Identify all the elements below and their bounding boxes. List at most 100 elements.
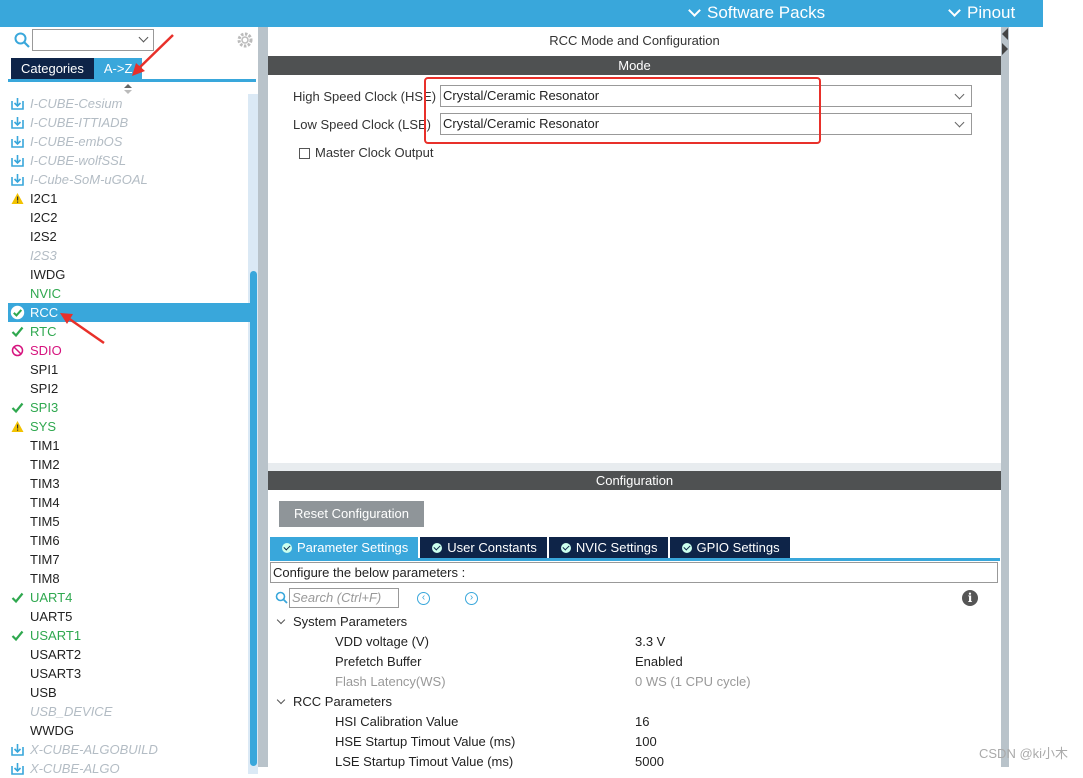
sidebar-item-tim4[interactable]: TIM4 <box>8 493 250 512</box>
sidebar-item-usart1[interactable]: USART1 <box>8 626 250 645</box>
sidebar-item-x-cube-algobuild[interactable]: X-CUBE-ALGOBUILD <box>8 740 250 759</box>
sidebar-item-usart2[interactable]: USART2 <box>8 645 250 664</box>
sidebar-item-i-cube-wolfssl[interactable]: I-CUBE-wolfSSL <box>8 151 250 170</box>
sidebar-item-usb-device[interactable]: USB_DEVICE <box>8 702 250 721</box>
parameter-value[interactable]: 0 WS (1 CPU cycle) <box>635 672 751 692</box>
sidebar-item-sys[interactable]: SYS <box>8 417 250 436</box>
parameter-value[interactable]: Enabled <box>635 652 683 672</box>
sidebar-item-spi3[interactable]: SPI3 <box>8 398 250 417</box>
parameter-row[interactable]: HSE Startup Timout Value (ms) 100 <box>268 732 998 752</box>
splitter[interactable] <box>268 463 1001 471</box>
sidebar-item-label: I-Cube-SoM-uGOAL <box>30 172 148 187</box>
parameter-value[interactable]: 5000 <box>635 752 664 772</box>
sidebar-item-spi1[interactable]: SPI1 <box>8 360 250 379</box>
sidebar-item-i-cube-embos[interactable]: I-CUBE-embOS <box>8 132 250 151</box>
previous-icon[interactable]: ‹ <box>417 592 430 605</box>
sidebar-item-tim5[interactable]: TIM5 <box>8 512 250 531</box>
sidebar-scrollbar[interactable] <box>250 271 257 766</box>
download-icon <box>11 98 24 110</box>
parameter-name: LSE Startup Timout Value (ms) <box>335 754 514 769</box>
sidebar-item-label: TIM1 <box>30 438 60 453</box>
gear-icon[interactable] <box>236 31 254 49</box>
parameter-row[interactable]: LSE Startup Timout Value (ms) 5000 <box>268 752 998 772</box>
parameter-group[interactable]: RCC Parameters <box>268 692 998 712</box>
sidebar-item-tim1[interactable]: TIM1 <box>8 436 250 455</box>
reset-configuration-button[interactable]: Reset Configuration <box>279 501 424 527</box>
pinout-menu[interactable]: Pinout <box>948 3 1015 23</box>
sidebar-item-label: USART1 <box>30 628 82 643</box>
sidebar-item-uart4[interactable]: UART4 <box>8 588 250 607</box>
sidebar-item-tim8[interactable]: TIM8 <box>8 569 250 588</box>
sidebar-item-sdio[interactable]: SDIO <box>8 341 250 360</box>
next-icon[interactable]: › <box>465 592 478 605</box>
download-icon <box>11 174 24 186</box>
parameter-value[interactable]: 100 <box>635 732 657 752</box>
sidebar-item-uart5[interactable]: UART5 <box>8 607 250 626</box>
chevron-down-icon[interactable] <box>276 615 286 625</box>
check-icon <box>11 326 24 338</box>
parameter-value[interactable]: 3.3 V <box>635 632 665 652</box>
configure-text: Configure the below parameters : <box>270 562 998 583</box>
sidebar-item-tim2[interactable]: TIM2 <box>8 455 250 474</box>
check-circle-icon <box>10 305 25 320</box>
check-icon <box>11 592 24 604</box>
warning-icon <box>11 193 24 204</box>
lse-select[interactable]: Crystal/Ceramic Resonator <box>440 113 972 135</box>
chevron-down-icon[interactable] <box>276 695 286 705</box>
parameter-row[interactable]: Prefetch Buffer Enabled <box>268 652 998 672</box>
tab-parameter-settings[interactable]: Parameter Settings <box>270 537 419 558</box>
parameter-value[interactable]: 16 <box>635 712 649 732</box>
tab-underline <box>270 558 1000 561</box>
tab-user-constants[interactable]: User Constants <box>420 537 547 558</box>
check-circle-icon <box>681 542 692 553</box>
sidebar-item-spi2[interactable]: SPI2 <box>8 379 250 398</box>
sidebar-item-label: SPI1 <box>30 362 59 377</box>
sidebar-item-rtc[interactable]: RTC <box>8 322 250 341</box>
software-packs-menu[interactable]: Software Packs <box>688 3 825 23</box>
sidebar-item-i2s3[interactable]: I2S3 <box>8 246 250 265</box>
download-icon <box>11 744 24 756</box>
sidebar-item-usb[interactable]: USB <box>8 683 250 702</box>
parameter-row[interactable]: VDD voltage (V) 3.3 V <box>268 632 998 652</box>
main-panel: RCC Mode and Configuration Mode High Spe… <box>268 27 1001 769</box>
tab-gpio-settings[interactable]: GPIO Settings <box>669 537 790 558</box>
sidebar-item-tim6[interactable]: TIM6 <box>8 531 250 550</box>
sidebar-item-i2s2[interactable]: I2S2 <box>8 227 250 246</box>
sidebar-item-i-cube-cesium[interactable]: I-CUBE-Cesium <box>8 94 250 113</box>
tab-a-z[interactable]: A->Z <box>93 58 143 79</box>
master-clock-output-checkbox[interactable] <box>299 148 310 159</box>
sidebar-item-iwdg[interactable]: IWDG <box>8 265 250 284</box>
sidebar-item-x-cube-algo[interactable]: X-CUBE-ALGO <box>8 759 250 778</box>
search-icon[interactable] <box>14 32 30 48</box>
hse-select[interactable]: Crystal/Ceramic Resonator <box>440 85 972 107</box>
component-list: I-CUBE-Cesium I-CUBE-ITTIADB I-CUBE-embOS I… <box>8 94 250 778</box>
parameter-search-input[interactable]: Search (Ctrl+F) <box>289 588 399 608</box>
collapse-arrows-icon[interactable] <box>1001 27 1009 63</box>
parameter-row[interactable]: HSI Calibration Value 16 <box>268 712 998 732</box>
tab-nvic-settings[interactable]: NVIC Settings <box>548 537 668 558</box>
sidebar-item-wwdg[interactable]: WWDG <box>8 721 250 740</box>
sidebar-item-label: I2S3 <box>30 248 57 263</box>
parameter-row[interactable]: Flash Latency(WS) 0 WS (1 CPU cycle) <box>268 672 998 692</box>
panel-divider[interactable] <box>258 27 268 767</box>
parameter-group[interactable]: System Parameters <box>268 612 998 632</box>
search-input[interactable] <box>32 29 154 51</box>
sidebar-item-nvic[interactable]: NVIC <box>8 284 250 303</box>
sidebar-item-i2c2[interactable]: I2C2 <box>8 208 250 227</box>
ban-icon <box>11 344 24 357</box>
download-icon <box>11 763 24 775</box>
sidebar-item-tim3[interactable]: TIM3 <box>8 474 250 493</box>
chevron-down-icon <box>138 32 149 43</box>
sidebar-item-rcc[interactable]: RCC <box>8 303 250 322</box>
tab-categories[interactable]: Categories <box>11 58 94 79</box>
sidebar-item-usart3[interactable]: USART3 <box>8 664 250 683</box>
tab-label: Parameter Settings <box>297 540 409 555</box>
check-circle-icon <box>432 542 443 553</box>
parameter-name: Flash Latency(WS) <box>335 674 446 689</box>
sidebar-item-i-cube-ittiadb[interactable]: I-CUBE-ITTIADB <box>8 113 250 132</box>
sidebar-item-i2c1[interactable]: I2C1 <box>8 189 250 208</box>
sidebar-item-i-cube-som-ugoal[interactable]: I-Cube-SoM-uGOAL <box>8 170 250 189</box>
info-icon[interactable]: i <box>962 590 978 606</box>
right-collapse-bar[interactable] <box>1001 27 1009 767</box>
sidebar-item-tim7[interactable]: TIM7 <box>8 550 250 569</box>
